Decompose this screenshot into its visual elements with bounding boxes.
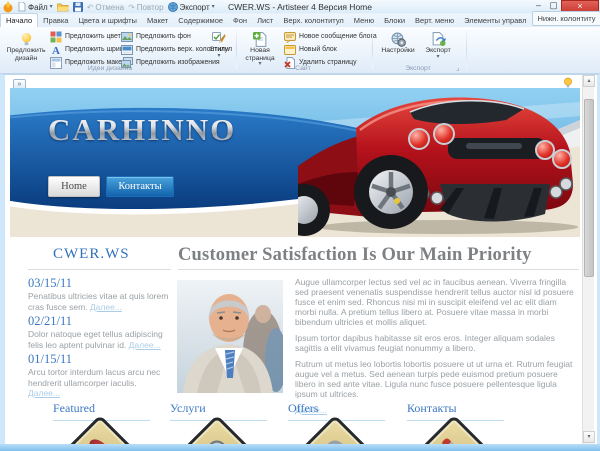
header-image-icon — [121, 44, 133, 56]
undo-button[interactable]: ↶Отмена — [87, 3, 124, 12]
quick-access-toolbar: Файл▾ ↶Отмена ↷Повтор Экспорт▾ — [2, 1, 215, 13]
redo-icon: ↷ — [128, 3, 135, 12]
open-folder-icon[interactable] — [57, 3, 69, 12]
footer-heading[interactable]: Offers — [288, 401, 385, 416]
new-page-button[interactable]: Новая страница ▾ — [240, 29, 280, 69]
post-date[interactable]: 01/15/11 — [28, 352, 72, 367]
ribbon-tab-row: Начало Правка Цвета и шрифты Макет Содер… — [0, 14, 600, 27]
gear-icon — [204, 437, 231, 444]
group-separator — [372, 29, 373, 69]
undo-icon: ↶ — [87, 3, 94, 12]
divider — [28, 269, 171, 270]
titlebar: CWER.WS - Artisteer 4 Версия Home Файл▾ … — [0, 0, 600, 14]
save-icon[interactable] — [73, 2, 83, 12]
tab-edit[interactable]: Правка — [38, 14, 73, 27]
svg-text:A: A — [52, 45, 60, 56]
group-separator — [466, 29, 467, 69]
red-disc-icon — [86, 436, 115, 444]
file-menu-button[interactable]: Файл▾ — [18, 2, 53, 12]
article-heading[interactable]: Customer Satisfaction Is Our Main Priori… — [178, 245, 578, 266]
group-label-design-ideas: Идеи дизайна — [40, 65, 180, 72]
ring-icon — [322, 437, 349, 444]
chevron-down-icon: ▾ — [436, 55, 439, 59]
tab-vertical-menu[interactable]: Верт. меню — [410, 14, 459, 27]
pencil-icon — [441, 437, 466, 444]
paragraph: Rutrum ut metus leo lobortis lobortis po… — [295, 359, 579, 399]
paragraph: Augue ullamcorper lectus sed vel ac in f… — [295, 277, 579, 327]
new-blog-post-button[interactable]: Новое сообщение блога — [284, 31, 377, 42]
site-logo[interactable]: CARHINNO — [48, 112, 236, 148]
chevron-down-icon: ▾ — [50, 5, 53, 9]
tab-controls[interactable]: Элементы управл — [459, 14, 531, 27]
read-more-link[interactable]: Далее... — [28, 388, 60, 398]
tab-footer[interactable]: Нижн. колонтиту — [532, 11, 600, 26]
read-more-link[interactable]: Далее... — [129, 340, 161, 350]
red-car-image — [298, 88, 578, 237]
new-page-icon — [253, 32, 268, 47]
tab-layout[interactable]: Макет — [142, 14, 173, 27]
globe-icon — [168, 2, 178, 12]
redo-button[interactable]: ↷Повтор — [128, 3, 163, 12]
sidebar-title[interactable]: CWER.WS — [53, 246, 130, 263]
group-label-site: Сайт — [258, 65, 348, 72]
styles-button[interactable]: Стили ▾ — [205, 29, 233, 69]
export-button[interactable]: Экспорт ▾ — [420, 29, 456, 69]
paragraph: Ipsum tortor dapibus habitasse sit eros … — [295, 333, 579, 353]
vertical-scrollbar[interactable]: ▴ ▾ — [582, 75, 594, 444]
post-excerpt: Penatibus ultricies vitae at quis lorem … — [28, 291, 171, 312]
tab-content[interactable]: Содержимое — [173, 14, 228, 27]
lightbulb-icon — [19, 32, 34, 47]
site-preview: » — [5, 75, 587, 444]
article-body: Augue ullamcorper lectus sed vel ac in f… — [295, 277, 579, 415]
tab-home[interactable]: Начало — [0, 13, 38, 27]
nav-tab-home[interactable]: Home — [48, 176, 100, 197]
tab-background[interactable]: Фон — [228, 14, 252, 27]
suggest-design-button[interactable]: Предложить дизайн — [5, 29, 47, 69]
blog-post-icon — [284, 31, 296, 43]
scrollbar-thumb[interactable] — [584, 99, 594, 277]
post-date[interactable]: 03/15/11 — [28, 276, 72, 291]
background-image-icon — [121, 31, 133, 43]
post-date[interactable]: 02/21/11 — [28, 314, 72, 329]
divider — [178, 269, 579, 270]
post-excerpt: Dolor natoque eget tellus adipiscing fel… — [28, 329, 171, 350]
nav-tab-contacts[interactable]: Контакты — [106, 176, 174, 197]
window-bottom-border — [0, 444, 600, 451]
read-more-link[interactable]: Далее... — [90, 302, 122, 312]
group-separator — [236, 29, 237, 69]
suggest-background-button[interactable]: Предложить фон — [121, 31, 191, 42]
chevron-down-icon: ▾ — [212, 5, 215, 9]
footer-heading[interactable]: Featured — [53, 401, 150, 416]
dialog-launcher-icon[interactable]: ⌟ — [456, 64, 459, 72]
tab-blocks[interactable]: Блоки — [379, 14, 410, 27]
businessman-photo — [177, 280, 283, 393]
export-settings-button[interactable]: Настройки — [378, 29, 418, 69]
settings-icon — [391, 32, 406, 47]
scroll-up-button[interactable]: ▴ — [583, 75, 595, 87]
font-icon: A — [50, 44, 62, 56]
palette-icon — [50, 31, 62, 43]
artisteer-window: { "window": { "title": "CWER.WS - Artist… — [0, 0, 600, 451]
app-logo-icon — [2, 1, 14, 13]
suggest-colors-button[interactable]: Предложить цвета — [50, 31, 125, 42]
ribbon: Предложить дизайн Предложить цвета A Пре… — [0, 27, 600, 74]
new-block-button[interactable]: Новый блок — [284, 44, 337, 55]
tab-sheet[interactable]: Лист — [252, 14, 278, 27]
footer-heading[interactable]: Услуги — [170, 401, 267, 416]
export-page-icon — [431, 32, 446, 47]
block-icon — [284, 44, 296, 56]
site-header-banner[interactable]: CARHINNO Home Контакты — [10, 88, 580, 237]
export-menu-button[interactable]: Экспорт▾ — [168, 2, 215, 12]
scroll-down-button[interactable]: ▾ — [583, 431, 595, 443]
post-excerpt: Arcu tortor interdum lacus arcu nec hend… — [28, 367, 171, 399]
tab-colors-fonts[interactable]: Цвета и шрифты — [73, 14, 141, 27]
design-canvas: » — [0, 74, 600, 444]
styles-brush-icon — [212, 32, 226, 46]
file-icon — [18, 2, 26, 12]
group-label-export: Экспорт — [388, 65, 448, 72]
tab-header[interactable]: Верх. колонтитул — [278, 14, 348, 27]
tab-menu[interactable]: Меню — [349, 14, 379, 27]
footer-heading[interactable]: Контакты — [407, 401, 504, 416]
chevron-down-icon: ▾ — [217, 54, 220, 58]
